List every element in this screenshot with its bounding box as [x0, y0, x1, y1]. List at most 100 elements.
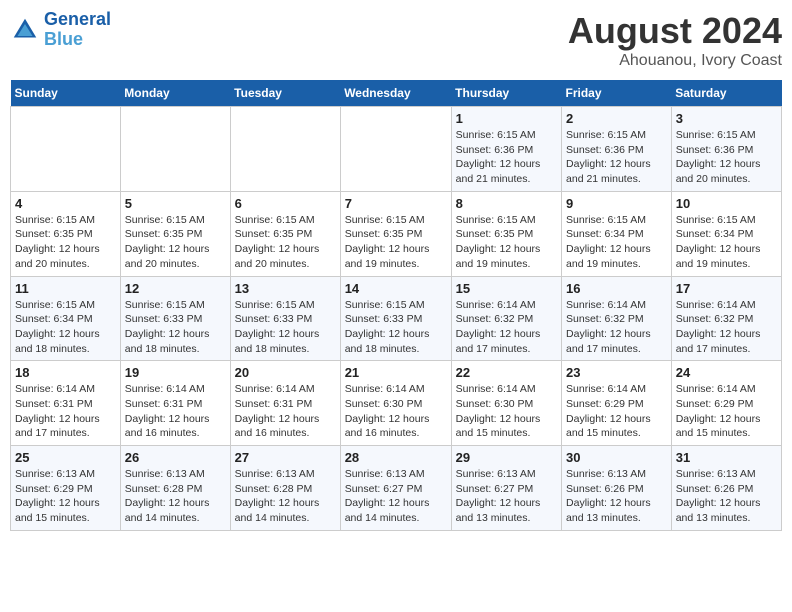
calendar-cell: 9 Sunrise: 6:15 AM Sunset: 6:34 PM Daylig…	[562, 191, 672, 276]
calendar-cell	[340, 107, 451, 192]
day-info: Sunrise: 6:15 AM Sunset: 6:35 PM Dayligh…	[125, 213, 226, 272]
weekday-header-monday: Monday	[120, 80, 230, 107]
calendar-cell: 25 Sunrise: 6:13 AM Sunset: 6:29 PM Dayli…	[11, 446, 121, 531]
day-number: 8	[456, 196, 557, 211]
calendar-cell: 16 Sunrise: 6:14 AM Sunset: 6:32 PM Dayli…	[562, 276, 672, 361]
day-number: 26	[125, 450, 226, 465]
day-info: Sunrise: 6:14 AM Sunset: 6:30 PM Dayligh…	[345, 382, 447, 441]
day-number: 3	[676, 111, 777, 126]
day-info: Sunrise: 6:14 AM Sunset: 6:30 PM Dayligh…	[456, 382, 557, 441]
day-number: 14	[345, 281, 447, 296]
day-info: Sunrise: 6:15 AM Sunset: 6:35 PM Dayligh…	[15, 213, 116, 272]
day-info: Sunrise: 6:15 AM Sunset: 6:36 PM Dayligh…	[456, 128, 557, 187]
calendar-cell: 27 Sunrise: 6:13 AM Sunset: 6:28 PM Dayli…	[230, 446, 340, 531]
day-number: 2	[566, 111, 667, 126]
calendar-cell: 5 Sunrise: 6:15 AM Sunset: 6:35 PM Daylig…	[120, 191, 230, 276]
day-number: 27	[235, 450, 336, 465]
day-info: Sunrise: 6:13 AM Sunset: 6:26 PM Dayligh…	[566, 467, 667, 526]
day-number: 9	[566, 196, 667, 211]
logo-line2: Blue	[44, 29, 83, 49]
day-number: 15	[456, 281, 557, 296]
calendar-cell: 26 Sunrise: 6:13 AM Sunset: 6:28 PM Dayli…	[120, 446, 230, 531]
day-info: Sunrise: 6:15 AM Sunset: 6:33 PM Dayligh…	[125, 298, 226, 357]
day-info: Sunrise: 6:15 AM Sunset: 6:35 PM Dayligh…	[235, 213, 336, 272]
day-number: 20	[235, 365, 336, 380]
day-info: Sunrise: 6:13 AM Sunset: 6:29 PM Dayligh…	[15, 467, 116, 526]
weekday-header-row: SundayMondayTuesdayWednesdayThursdayFrid…	[11, 80, 782, 107]
day-info: Sunrise: 6:15 AM Sunset: 6:35 PM Dayligh…	[345, 213, 447, 272]
day-info: Sunrise: 6:15 AM Sunset: 6:33 PM Dayligh…	[235, 298, 336, 357]
calendar-cell: 29Sunrise: 6:13 AM Sunset: 6:27 PM Dayli…	[451, 446, 561, 531]
calendar-cell: 17 Sunrise: 6:14 AM Sunset: 6:32 PM Dayli…	[671, 276, 781, 361]
calendar-subtitle: Ahouanou, Ivory Coast	[568, 52, 782, 70]
day-number: 24	[676, 365, 777, 380]
day-number: 25	[15, 450, 116, 465]
calendar-cell: 30Sunrise: 6:13 AM Sunset: 6:26 PM Dayli…	[562, 446, 672, 531]
day-number: 1	[456, 111, 557, 126]
day-info: Sunrise: 6:14 AM Sunset: 6:32 PM Dayligh…	[456, 298, 557, 357]
calendar-cell: 22 Sunrise: 6:14 AM Sunset: 6:30 PM Dayli…	[451, 361, 561, 446]
title-block: August 2024 Ahouanou, Ivory Coast	[568, 10, 782, 70]
day-number: 5	[125, 196, 226, 211]
logo: General Blue	[10, 10, 111, 50]
calendar-cell	[120, 107, 230, 192]
calendar-cell	[11, 107, 121, 192]
calendar-cell: 11 Sunrise: 6:15 AM Sunset: 6:34 PM Dayli…	[11, 276, 121, 361]
day-number: 6	[235, 196, 336, 211]
day-info: Sunrise: 6:14 AM Sunset: 6:31 PM Dayligh…	[125, 382, 226, 441]
day-number: 16	[566, 281, 667, 296]
day-info: Sunrise: 6:15 AM Sunset: 6:33 PM Dayligh…	[345, 298, 447, 357]
calendar-cell: 8 Sunrise: 6:15 AM Sunset: 6:35 PM Daylig…	[451, 191, 561, 276]
day-info: Sunrise: 6:14 AM Sunset: 6:31 PM Dayligh…	[235, 382, 336, 441]
day-info: Sunrise: 6:15 AM Sunset: 6:34 PM Dayligh…	[676, 213, 777, 272]
calendar-cell: 15 Sunrise: 6:14 AM Sunset: 6:32 PM Dayli…	[451, 276, 561, 361]
day-info: Sunrise: 6:15 AM Sunset: 6:34 PM Dayligh…	[15, 298, 116, 357]
calendar-cell: 10Sunrise: 6:15 AM Sunset: 6:34 PM Dayli…	[671, 191, 781, 276]
day-number: 31	[676, 450, 777, 465]
calendar-cell: 28 Sunrise: 6:13 AM Sunset: 6:27 PM Dayli…	[340, 446, 451, 531]
day-info: Sunrise: 6:13 AM Sunset: 6:28 PM Dayligh…	[125, 467, 226, 526]
calendar-table: SundayMondayTuesdayWednesdayThursdayFrid…	[10, 80, 782, 531]
calendar-cell: 20 Sunrise: 6:14 AM Sunset: 6:31 PM Dayli…	[230, 361, 340, 446]
day-number: 12	[125, 281, 226, 296]
calendar-cell: 1 Sunrise: 6:15 AM Sunset: 6:36 PM Daylig…	[451, 107, 561, 192]
day-info: Sunrise: 6:13 AM Sunset: 6:26 PM Dayligh…	[676, 467, 777, 526]
day-number: 28	[345, 450, 447, 465]
calendar-title: August 2024	[568, 10, 782, 52]
day-number: 19	[125, 365, 226, 380]
calendar-cell: 7 Sunrise: 6:15 AM Sunset: 6:35 PM Daylig…	[340, 191, 451, 276]
day-info: Sunrise: 6:14 AM Sunset: 6:32 PM Dayligh…	[676, 298, 777, 357]
day-info: Sunrise: 6:14 AM Sunset: 6:31 PM Dayligh…	[15, 382, 116, 441]
day-info: Sunrise: 6:14 AM Sunset: 6:32 PM Dayligh…	[566, 298, 667, 357]
calendar-week-1: 1 Sunrise: 6:15 AM Sunset: 6:36 PM Daylig…	[11, 107, 782, 192]
day-info: Sunrise: 6:15 AM Sunset: 6:34 PM Dayligh…	[566, 213, 667, 272]
day-number: 18	[15, 365, 116, 380]
day-info: Sunrise: 6:13 AM Sunset: 6:28 PM Dayligh…	[235, 467, 336, 526]
day-number: 13	[235, 281, 336, 296]
weekday-header-friday: Friday	[562, 80, 672, 107]
day-info: Sunrise: 6:15 AM Sunset: 6:35 PM Dayligh…	[456, 213, 557, 272]
calendar-cell: 14 Sunrise: 6:15 AM Sunset: 6:33 PM Dayli…	[340, 276, 451, 361]
weekday-header-wednesday: Wednesday	[340, 80, 451, 107]
calendar-cell: 12 Sunrise: 6:15 AM Sunset: 6:33 PM Dayli…	[120, 276, 230, 361]
calendar-week-4: 18 Sunrise: 6:14 AM Sunset: 6:31 PM Dayli…	[11, 361, 782, 446]
day-number: 17	[676, 281, 777, 296]
calendar-cell: 2 Sunrise: 6:15 AM Sunset: 6:36 PM Daylig…	[562, 107, 672, 192]
weekday-header-thursday: Thursday	[451, 80, 561, 107]
weekday-header-tuesday: Tuesday	[230, 80, 340, 107]
day-number: 11	[15, 281, 116, 296]
day-info: Sunrise: 6:13 AM Sunset: 6:27 PM Dayligh…	[345, 467, 447, 526]
day-number: 7	[345, 196, 447, 211]
calendar-cell: 21Sunrise: 6:14 AM Sunset: 6:30 PM Dayli…	[340, 361, 451, 446]
calendar-cell: 6 Sunrise: 6:15 AM Sunset: 6:35 PM Daylig…	[230, 191, 340, 276]
weekday-header-saturday: Saturday	[671, 80, 781, 107]
day-info: Sunrise: 6:15 AM Sunset: 6:36 PM Dayligh…	[676, 128, 777, 187]
day-number: 22	[456, 365, 557, 380]
calendar-cell: 13 Sunrise: 6:15 AM Sunset: 6:33 PM Dayli…	[230, 276, 340, 361]
calendar-cell: 4Sunrise: 6:15 AM Sunset: 6:35 PM Daylig…	[11, 191, 121, 276]
day-info: Sunrise: 6:13 AM Sunset: 6:27 PM Dayligh…	[456, 467, 557, 526]
calendar-week-5: 25 Sunrise: 6:13 AM Sunset: 6:29 PM Dayli…	[11, 446, 782, 531]
calendar-cell: 24Sunrise: 6:14 AM Sunset: 6:29 PM Dayli…	[671, 361, 781, 446]
calendar-cell: 23Sunrise: 6:14 AM Sunset: 6:29 PM Dayli…	[562, 361, 672, 446]
day-info: Sunrise: 6:15 AM Sunset: 6:36 PM Dayligh…	[566, 128, 667, 187]
